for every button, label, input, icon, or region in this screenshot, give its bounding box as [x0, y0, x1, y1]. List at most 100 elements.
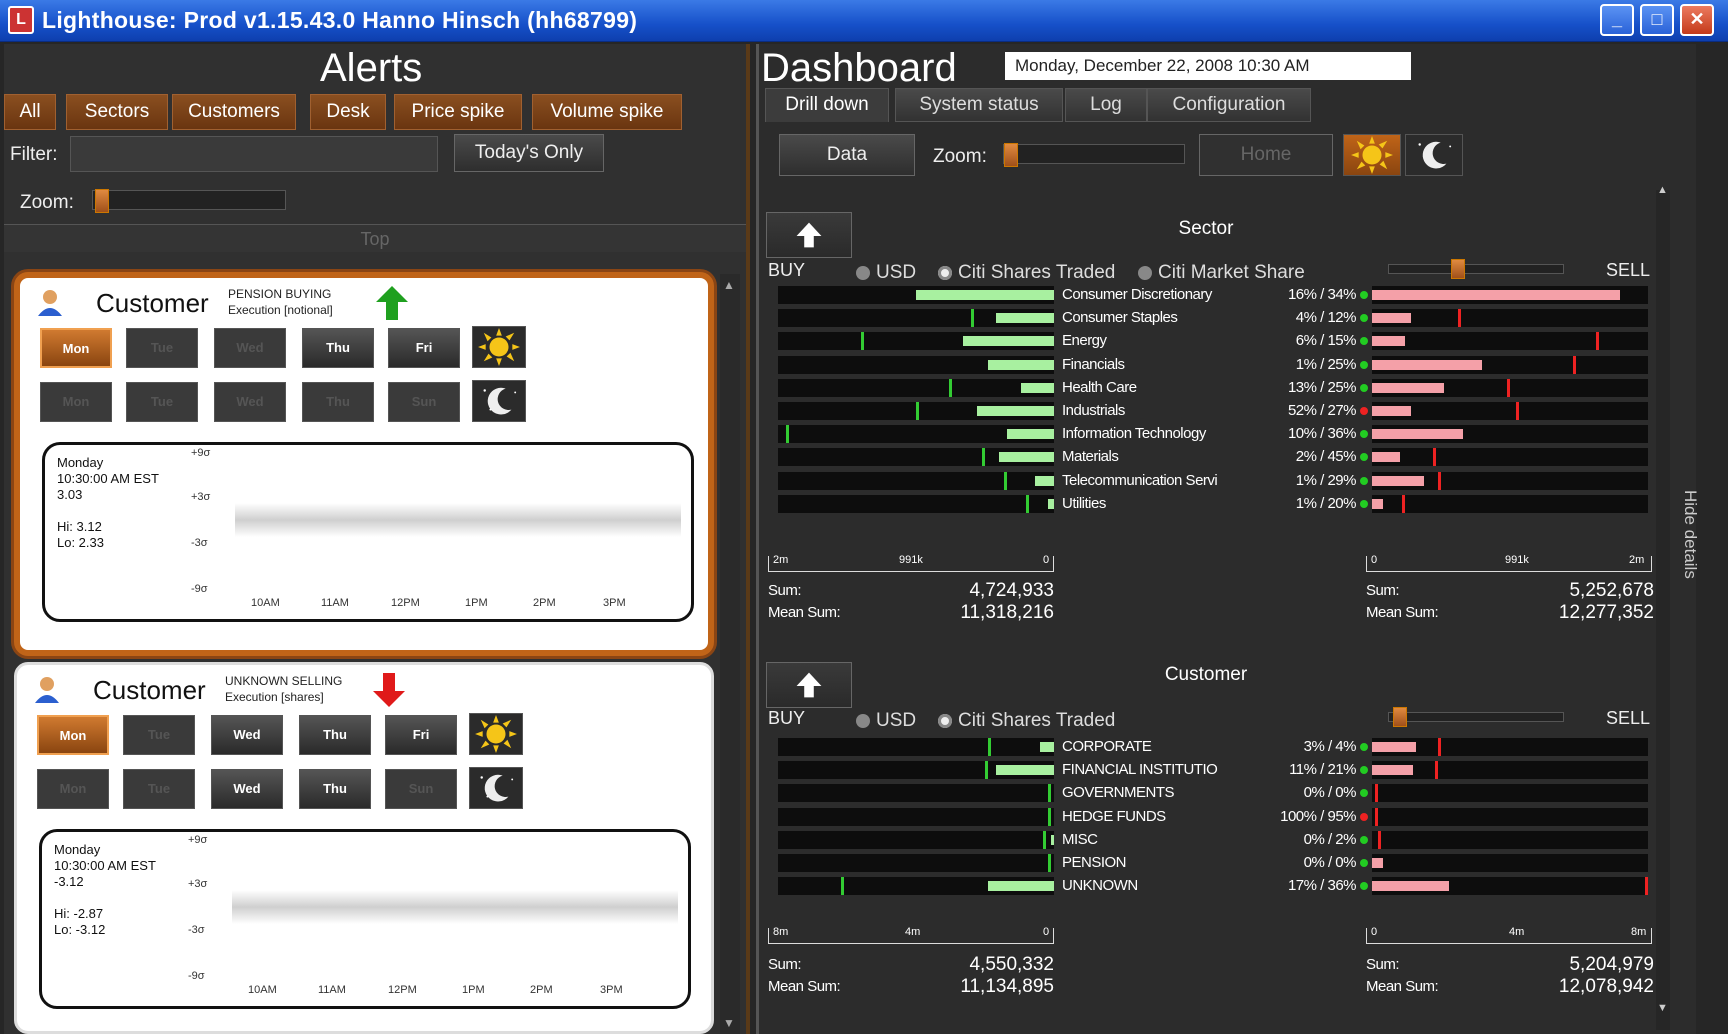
day-toggle[interactable]: Tue — [126, 328, 198, 368]
alerts-zoom-slider[interactable] — [92, 189, 286, 213]
alert-card[interactable]: Customer PENSION BUYING Execution [notion… — [14, 272, 714, 656]
todays-only-button[interactable]: Today's Only — [454, 134, 604, 172]
filter-customers-button[interactable]: Customers — [172, 94, 296, 130]
buy-bar-track — [778, 402, 1054, 420]
radio-usd[interactable]: USD — [856, 262, 916, 284]
buy-bar — [976, 406, 1054, 416]
scroll-down-icon[interactable]: ▼ — [723, 1016, 735, 1030]
day-toggle[interactable]: Thu — [299, 715, 371, 755]
sell-bar-track — [1372, 378, 1648, 397]
day-toggle[interactable]: Wed — [214, 382, 286, 422]
filter-desk-button[interactable]: Desk — [310, 94, 386, 130]
alert-card[interactable]: Customer UNKNOWN SELLING Execution [share… — [14, 662, 714, 1034]
day-toggle[interactable]: Mon — [37, 715, 109, 755]
day-mode-button[interactable] — [472, 326, 526, 368]
minimize-button[interactable]: _ — [1600, 4, 1634, 36]
day-toggle[interactable]: Sun — [388, 382, 460, 422]
filter-input[interactable] — [70, 136, 438, 172]
alert-category: Customer — [93, 675, 206, 705]
home-button[interactable]: Home — [1199, 134, 1333, 176]
day-toggle[interactable]: Sun — [385, 769, 457, 809]
day-toggle[interactable]: Mon — [40, 328, 112, 368]
breakdown-row[interactable]: Materials 2% / 45% — [766, 448, 1648, 472]
night-mode-button[interactable] — [1405, 134, 1463, 176]
filter-all-button[interactable]: All — [4, 94, 56, 130]
status-dot — [1360, 766, 1368, 775]
day-toggle[interactable]: Thu — [299, 769, 371, 809]
breakdown-row[interactable]: FINANCIAL INSTITUTIO 11% / 21% — [766, 761, 1648, 785]
moon-icon — [1418, 141, 1452, 169]
breakdown-row[interactable]: Health Care 13% / 25% — [766, 378, 1648, 403]
alerts-zoom-thumb[interactable] — [95, 189, 109, 213]
app-icon: L — [8, 6, 34, 34]
scroll-up-icon[interactable]: ▲ — [1657, 184, 1668, 196]
customer-slider[interactable] — [1388, 707, 1564, 727]
top-button[interactable]: Top — [4, 224, 746, 252]
filter-price-spike-button[interactable]: Price spike — [394, 94, 522, 130]
scroll-up-icon[interactable]: ▲ — [723, 278, 735, 292]
day-toggle[interactable]: Tue — [126, 382, 198, 422]
radio-citi-shares-traded[interactable]: Citi Shares Traded — [938, 710, 1115, 732]
day-toggle[interactable]: Tue — [123, 715, 195, 755]
moon-icon — [483, 387, 517, 415]
tab-log[interactable]: Log — [1065, 88, 1147, 122]
row-label: HEDGE FUNDS — [1062, 807, 1166, 825]
day-toggle[interactable]: Fri — [385, 715, 457, 755]
breakdown-row[interactable]: Consumer Discretionary 16% / 34% — [766, 286, 1648, 310]
night-mode-button[interactable] — [472, 380, 526, 422]
breakdown-row[interactable]: MISC 0% / 2% — [766, 830, 1648, 855]
breakdown-row[interactable]: HEDGE FUNDS 100% / 95% — [766, 807, 1648, 832]
day-toggle[interactable]: Wed — [211, 769, 283, 809]
breakdown-row[interactable]: CORPORATE 3% / 4% — [766, 738, 1648, 762]
breakdown-row[interactable]: Energy 6% / 15% — [766, 332, 1648, 356]
sector-slider-thumb[interactable] — [1451, 259, 1465, 279]
dashboard-scrollbar[interactable]: ▲ ▼ — [1656, 184, 1670, 1030]
filter-sectors-button[interactable]: Sectors — [66, 94, 168, 130]
sell-label: SELL — [1606, 260, 1651, 280]
sector-slider[interactable] — [1388, 259, 1564, 279]
sell-sum-value: 5,252,678 — [1569, 580, 1654, 601]
breakdown-row[interactable]: Utilities 1% / 20% — [766, 494, 1648, 519]
breakdown-row[interactable]: Information Technology 10% / 36% — [766, 425, 1648, 449]
row-percent: 17% / 36% — [1287, 877, 1357, 895]
status-dot — [1360, 430, 1368, 439]
data-button[interactable]: Data — [779, 134, 915, 176]
day-toggle[interactable]: Fri — [388, 328, 460, 368]
radio-usd[interactable]: USD — [856, 710, 916, 732]
tab-system-status[interactable]: System status — [895, 88, 1063, 122]
tab-drill-down[interactable]: Drill down — [765, 88, 889, 122]
tab-configuration[interactable]: Configuration — [1147, 88, 1311, 122]
day-toggle[interactable]: Mon — [40, 382, 112, 422]
night-mode-button[interactable] — [469, 767, 523, 809]
day-toggle[interactable]: Wed — [214, 328, 286, 368]
hide-details-button[interactable]: Hide details — [1680, 490, 1700, 579]
filter-volume-spike-button[interactable]: Volume spike — [532, 94, 682, 130]
day-toggle[interactable]: Thu — [302, 382, 374, 422]
radio-citi-shares-traded[interactable]: Citi Shares Traded — [938, 262, 1115, 284]
maximize-button[interactable]: □ — [1640, 4, 1674, 36]
day-toggle[interactable]: Thu — [302, 328, 374, 368]
breakdown-row[interactable]: PENSION 0% / 0% — [766, 854, 1648, 878]
day-mode-button[interactable] — [469, 713, 523, 755]
dashboard-zoom-slider[interactable] — [1003, 143, 1185, 167]
x-tick-label: 2PM — [533, 597, 556, 609]
radio-citi-market-share[interactable]: Citi Market Share — [1138, 262, 1305, 284]
dashboard-zoom-thumb[interactable] — [1004, 143, 1018, 167]
close-button[interactable]: ✕ — [1680, 4, 1714, 36]
sell-bar-track — [1372, 830, 1648, 849]
day-toggle[interactable]: Mon — [37, 769, 109, 809]
breakdown-row[interactable]: GOVERNMENTS 0% / 0% — [766, 784, 1648, 808]
customer-slider-thumb[interactable] — [1393, 707, 1407, 727]
day-toggle[interactable]: Wed — [211, 715, 283, 755]
scroll-down-icon[interactable]: ▼ — [1657, 1002, 1668, 1014]
breakdown-row[interactable]: Telecommunication Servi 1% / 29% — [766, 471, 1648, 496]
breakdown-row[interactable]: Financials 1% / 25% — [766, 355, 1648, 380]
alerts-scrollbar[interactable]: ▲ ▼ — [720, 274, 740, 1034]
alert-category: Customer — [96, 288, 209, 318]
status-dot — [1360, 476, 1368, 485]
day-toggle[interactable]: Tue — [123, 769, 195, 809]
breakdown-row[interactable]: UNKNOWN 17% / 36% — [766, 877, 1649, 901]
breakdown-row[interactable]: Consumer Staples 4% / 12% — [766, 309, 1648, 333]
day-mode-button[interactable] — [1343, 134, 1401, 176]
breakdown-row[interactable]: Industrials 52% / 27% — [766, 402, 1648, 426]
